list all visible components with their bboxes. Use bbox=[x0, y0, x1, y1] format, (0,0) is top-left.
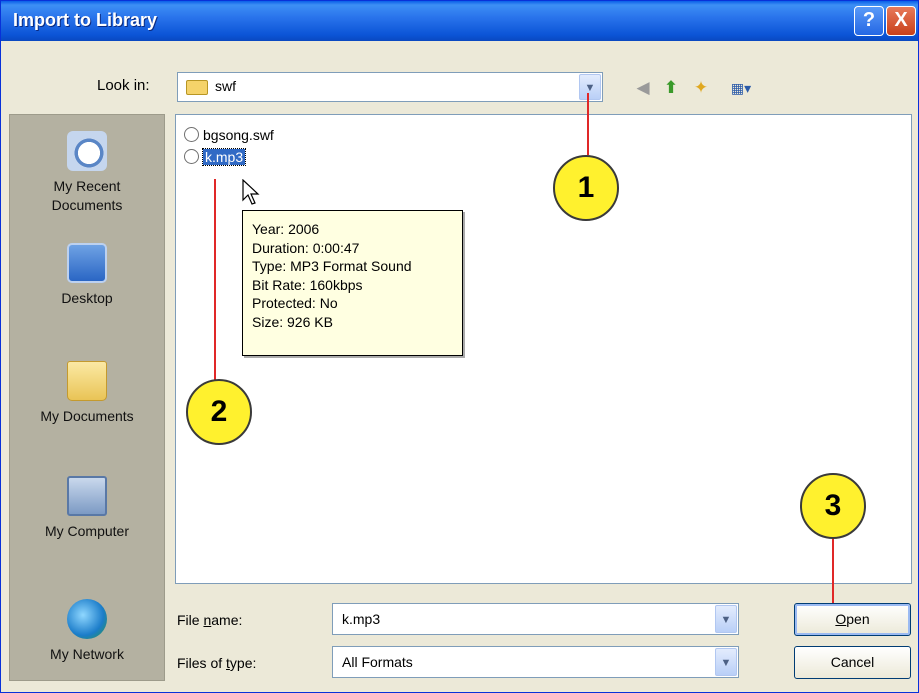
callout-2: 2 bbox=[186, 379, 252, 445]
folder-icon bbox=[186, 80, 208, 95]
chevron-down-icon[interactable]: ▼ bbox=[715, 648, 737, 676]
callout-line-3 bbox=[832, 537, 834, 609]
dialog-title: Import to Library bbox=[13, 10, 158, 30]
callout-1: 1 bbox=[553, 155, 619, 221]
callout-line-2 bbox=[214, 179, 216, 389]
recent-documents-icon bbox=[67, 131, 107, 171]
places-item-label: My Computer bbox=[44, 523, 130, 539]
my-documents-icon bbox=[67, 361, 107, 401]
file-type-dropdown[interactable]: All Formats ▼ bbox=[332, 646, 739, 678]
file-type-label: Files of type: bbox=[177, 655, 256, 671]
places-item-label: My Network bbox=[50, 646, 124, 662]
places-item-label: My Recent Documents bbox=[51, 178, 123, 213]
list-item[interactable]: bgsong.swf bbox=[184, 125, 274, 145]
audio-file-icon bbox=[184, 149, 199, 164]
close-button[interactable]: X bbox=[886, 6, 916, 36]
label-text: Files of bbox=[177, 655, 227, 671]
views-menu-icon[interactable]: ▦▾ bbox=[723, 78, 759, 98]
import-dialog: Import to Library ? X Look in: swf ▼ ◀ ⬆… bbox=[0, 0, 919, 693]
places-item-recent-documents[interactable]: My Recent Documents bbox=[10, 131, 164, 215]
callout-line-1 bbox=[587, 93, 589, 155]
open-button[interactable]: Open bbox=[794, 603, 911, 636]
list-item[interactable]: k.mp3 bbox=[184, 147, 247, 167]
places-bar: My Recent Documents Desktop My Documents… bbox=[9, 114, 165, 681]
look-in-value: swf bbox=[215, 78, 236, 94]
file-info-tooltip: Year: 2006 Duration: 0:00:47 Type: MP3 F… bbox=[242, 210, 463, 356]
callout-3: 3 bbox=[800, 473, 866, 539]
places-item-label: My Documents bbox=[40, 408, 134, 424]
chevron-down-icon[interactable]: ▼ bbox=[715, 605, 737, 633]
file-name: bgsong.swf bbox=[203, 127, 274, 143]
tooltip-duration: Duration: 0:00:47 bbox=[252, 239, 360, 256]
tooltip-protected: Protected: No bbox=[252, 295, 338, 312]
title-bar[interactable]: Import to Library ? X bbox=[1, 1, 918, 41]
label-text: File bbox=[177, 612, 204, 628]
places-item-desktop[interactable]: Desktop bbox=[10, 243, 164, 308]
places-item-label: Desktop bbox=[61, 290, 113, 306]
file-name-label: File name: bbox=[177, 612, 242, 628]
help-button[interactable]: ? bbox=[854, 6, 884, 36]
tooltip-size: Size: 926 KB bbox=[252, 313, 333, 330]
file-type-value: All Formats bbox=[342, 654, 413, 670]
my-network-icon bbox=[67, 599, 107, 639]
back-icon[interactable]: ◀ bbox=[633, 78, 653, 98]
up-folder-icon[interactable]: ⬆ bbox=[661, 78, 681, 98]
my-computer-icon bbox=[67, 476, 107, 516]
file-name-field[interactable]: k.mp3 ▼ bbox=[332, 603, 739, 635]
file-name: k.mp3 bbox=[201, 148, 247, 166]
new-folder-icon[interactable]: ✦ bbox=[691, 78, 711, 98]
swf-file-icon bbox=[184, 127, 199, 142]
desktop-icon bbox=[67, 243, 107, 283]
places-item-my-computer[interactable]: My Computer bbox=[10, 476, 164, 541]
mouse-cursor-icon bbox=[242, 179, 260, 205]
tooltip-type: Type: MP3 Format Sound bbox=[252, 258, 412, 275]
chevron-down-icon[interactable]: ▼ bbox=[579, 74, 601, 100]
file-name-value: k.mp3 bbox=[342, 611, 381, 627]
tooltip-year: Year: 2006 bbox=[252, 221, 320, 237]
look-in-dropdown[interactable]: swf ▼ bbox=[177, 72, 603, 102]
look-in-label: Look in: bbox=[97, 77, 150, 94]
label-text: ype: bbox=[229, 655, 257, 671]
label-text: ame: bbox=[211, 612, 243, 628]
places-item-my-documents[interactable]: My Documents bbox=[10, 361, 164, 426]
cancel-button[interactable]: Cancel bbox=[794, 646, 911, 679]
button-accel: O bbox=[835, 611, 847, 627]
button-label: pen bbox=[846, 611, 870, 627]
places-item-my-network[interactable]: My Network bbox=[10, 599, 164, 664]
tooltip-bitrate: Bit Rate: 160kbps bbox=[252, 276, 363, 293]
